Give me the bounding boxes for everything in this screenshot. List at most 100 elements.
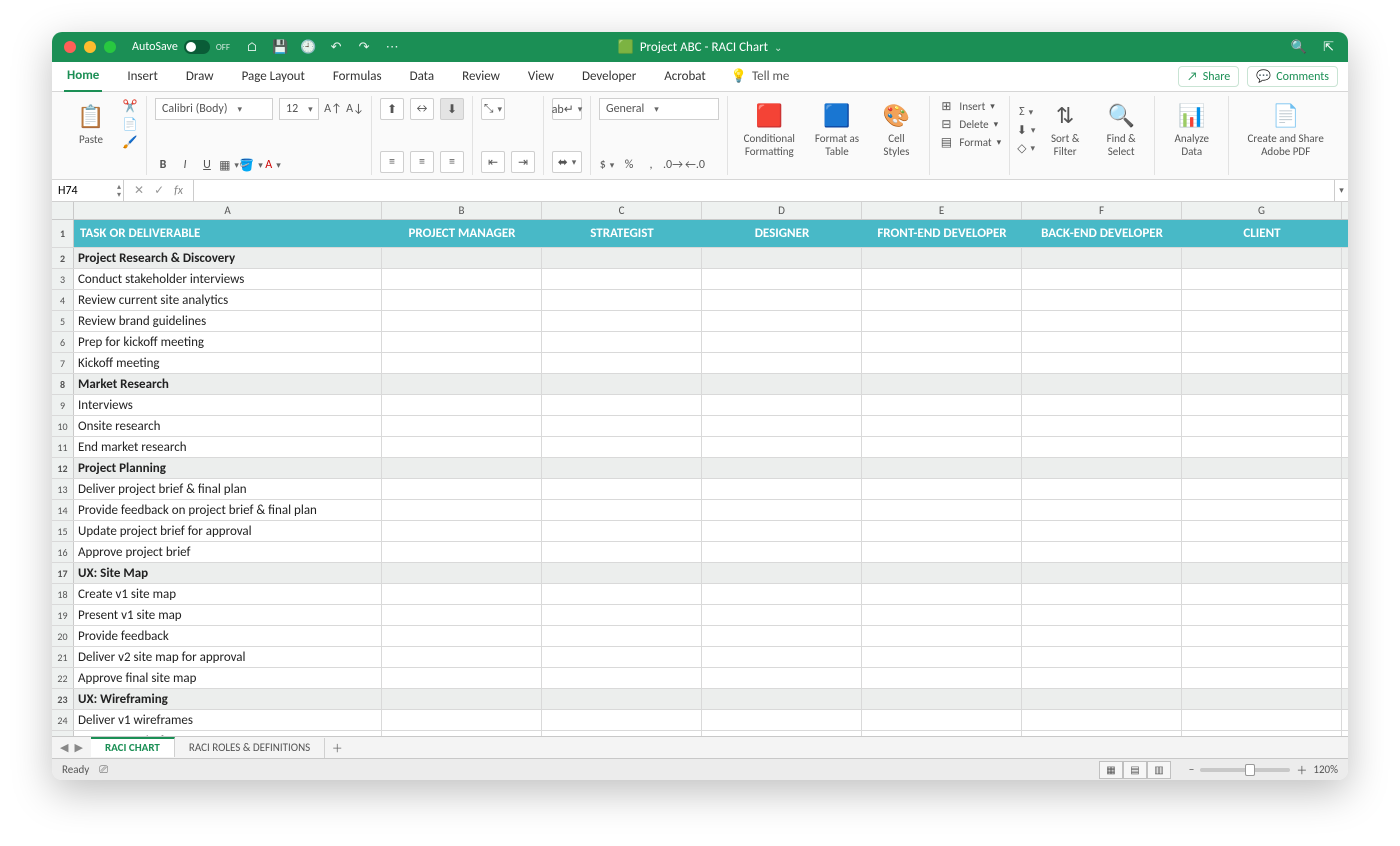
- cell[interactable]: [1182, 563, 1342, 583]
- cell[interactable]: [1182, 626, 1342, 646]
- row-header-4[interactable]: 4: [52, 290, 74, 310]
- analyze-data-button[interactable]: 📊Analyze Data: [1163, 98, 1220, 162]
- page-break-view-button[interactable]: ▥: [1147, 761, 1171, 779]
- page-layout-view-button[interactable]: ▤: [1123, 761, 1147, 779]
- sheet-nav-next-icon[interactable]: ▶: [74, 741, 82, 754]
- copy-icon[interactable]: 📄: [122, 116, 138, 132]
- format-as-table-button[interactable]: 🟦Format as Table: [809, 98, 866, 162]
- indent-decrease-icon[interactable]: ⇤: [481, 151, 505, 173]
- align-bottom-icon[interactable]: ⬇: [440, 98, 464, 120]
- cell[interactable]: [1182, 374, 1342, 394]
- row-header-1[interactable]: 1: [52, 220, 74, 247]
- cell[interactable]: [382, 353, 542, 373]
- fx-icon[interactable]: fx: [174, 184, 183, 198]
- close-window-button[interactable]: [64, 41, 76, 53]
- row-header-12[interactable]: 12: [52, 458, 74, 478]
- cell[interactable]: [542, 248, 702, 268]
- cell[interactable]: [1022, 521, 1182, 541]
- cell[interactable]: [1022, 626, 1182, 646]
- cell[interactable]: [702, 248, 862, 268]
- cell[interactable]: Review current site analytics: [74, 290, 382, 310]
- cell[interactable]: [862, 311, 1022, 331]
- cell[interactable]: [1022, 563, 1182, 583]
- tab-page-layout[interactable]: Page Layout: [239, 62, 308, 92]
- cell[interactable]: [1182, 521, 1342, 541]
- row-header-24[interactable]: 24: [52, 710, 74, 730]
- cell[interactable]: [1182, 290, 1342, 310]
- cell[interactable]: [1182, 416, 1342, 436]
- cell[interactable]: [862, 353, 1022, 373]
- increase-decimal-icon[interactable]: .0→: [665, 157, 681, 173]
- bold-button[interactable]: B: [155, 157, 171, 173]
- cell[interactable]: [862, 479, 1022, 499]
- cell[interactable]: [382, 521, 542, 541]
- cell-styles-button[interactable]: 🎨Cell Styles: [871, 98, 921, 162]
- cell[interactable]: [1182, 248, 1342, 268]
- cell[interactable]: Prep for kickoff meeting: [74, 332, 382, 352]
- paste-button[interactable]: 📋 Paste: [66, 99, 116, 150]
- grid-body[interactable]: 1TASK OR DELIVERABLEPROJECT MANAGERSTRAT…: [52, 220, 1348, 736]
- row-header-16[interactable]: 16: [52, 542, 74, 562]
- cell[interactable]: [702, 500, 862, 520]
- delete-cells-button[interactable]: ⊟Delete▾: [938, 116, 1001, 132]
- sheet-tab[interactable]: RACI ROLES & DEFINITIONS: [175, 738, 325, 758]
- cell[interactable]: [1022, 500, 1182, 520]
- cell[interactable]: [1022, 290, 1182, 310]
- header-cell[interactable]: TASK OR DELIVERABLE: [74, 220, 382, 247]
- row-header-21[interactable]: 21: [52, 647, 74, 667]
- cell[interactable]: [1182, 584, 1342, 604]
- cell[interactable]: [1182, 395, 1342, 415]
- row-header-18[interactable]: 18: [52, 584, 74, 604]
- cell[interactable]: [1182, 479, 1342, 499]
- cell[interactable]: [542, 584, 702, 604]
- cell[interactable]: [382, 563, 542, 583]
- cell[interactable]: [382, 416, 542, 436]
- formula-input[interactable]: [194, 180, 1334, 201]
- cell[interactable]: [382, 500, 542, 520]
- row-header-22[interactable]: 22: [52, 668, 74, 688]
- cell[interactable]: [382, 605, 542, 625]
- cell[interactable]: Approve project brief: [74, 542, 382, 562]
- tab-insert[interactable]: Insert: [124, 62, 161, 92]
- autosum-icon[interactable]: Σ: [1018, 104, 1034, 120]
- header-cell[interactable]: DESIGNER: [702, 220, 862, 247]
- row-header-19[interactable]: 19: [52, 605, 74, 625]
- row-header-13[interactable]: 13: [52, 479, 74, 499]
- cell[interactable]: [862, 563, 1022, 583]
- cell[interactable]: [1022, 395, 1182, 415]
- header-cell[interactable]: FRONT-END DEVELOPER: [862, 220, 1022, 247]
- cell[interactable]: [702, 290, 862, 310]
- insert-cells-button[interactable]: ⊞Insert▾: [938, 98, 1001, 114]
- merge-button[interactable]: ⬌: [552, 151, 582, 173]
- align-center-icon[interactable]: ≡: [410, 151, 434, 173]
- tell-me[interactable]: 💡 Tell me: [731, 69, 790, 84]
- cell[interactable]: [702, 311, 862, 331]
- column-header-A[interactable]: A: [74, 202, 382, 219]
- zoom-out-button[interactable]: −: [1189, 763, 1194, 776]
- cell[interactable]: [542, 626, 702, 646]
- cell[interactable]: Kickoff meeting: [74, 353, 382, 373]
- cell[interactable]: [542, 500, 702, 520]
- cell[interactable]: [542, 647, 702, 667]
- cell[interactable]: [382, 248, 542, 268]
- cell[interactable]: [542, 374, 702, 394]
- cell[interactable]: [542, 416, 702, 436]
- undo-icon[interactable]: ↶: [328, 39, 344, 55]
- tab-acrobat[interactable]: Acrobat: [661, 62, 709, 92]
- cell[interactable]: Deliver project brief & final plan: [74, 479, 382, 499]
- orientation-button[interactable]: ⤡: [481, 98, 505, 120]
- border-button[interactable]: ▦: [221, 157, 237, 173]
- cell[interactable]: [382, 647, 542, 667]
- cell[interactable]: [702, 332, 862, 352]
- cell[interactable]: [1182, 542, 1342, 562]
- format-cells-button[interactable]: ▤Format▾: [938, 134, 1001, 150]
- cell[interactable]: [1022, 269, 1182, 289]
- cell[interactable]: [382, 458, 542, 478]
- cell[interactable]: [1022, 332, 1182, 352]
- cell[interactable]: [702, 479, 862, 499]
- cell[interactable]: [542, 353, 702, 373]
- row-header-20[interactable]: 20: [52, 626, 74, 646]
- formula-expand-button[interactable]: ▾: [1334, 180, 1348, 201]
- format-painter-icon[interactable]: 🖌️: [122, 134, 138, 150]
- comma-button[interactable]: ,: [643, 157, 659, 173]
